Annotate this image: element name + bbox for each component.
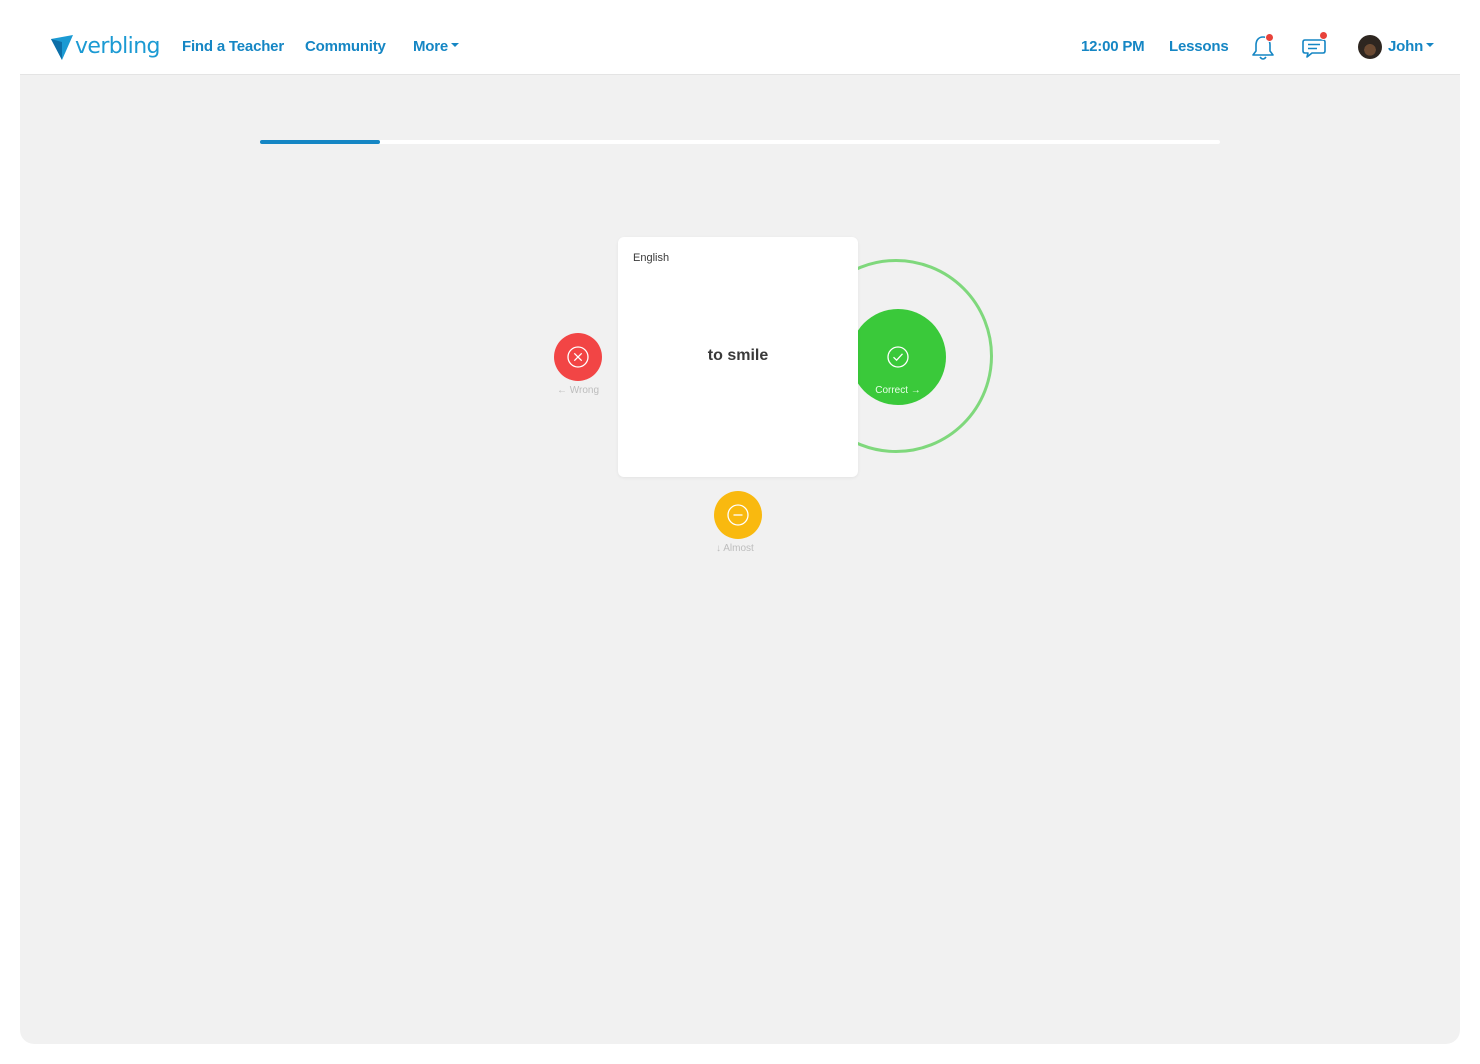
flashcard[interactable]: English to smile: [618, 237, 858, 477]
message-badge: [1319, 31, 1328, 40]
messages-button[interactable]: [1299, 31, 1329, 62]
nav-find-teacher[interactable]: Find a Teacher: [182, 37, 284, 57]
user-avatar[interactable]: [1358, 35, 1382, 59]
user-menu-dropdown[interactable]: John: [1388, 37, 1435, 57]
almost-hint: ↓ Almost: [716, 543, 754, 554]
nav-lessons[interactable]: Lessons: [1169, 37, 1229, 57]
nav-more-label: More: [413, 38, 449, 55]
top-navbar: verbling Find a Teacher Community More 1…: [20, 0, 1460, 75]
check-circle-icon: [887, 346, 909, 368]
minus-circle-icon: [727, 504, 749, 526]
card-word: to smile: [707, 347, 769, 364]
notification-badge: [1265, 33, 1274, 42]
nav-community[interactable]: Community: [305, 37, 386, 57]
wrong-button[interactable]: [554, 333, 602, 381]
nav-more-dropdown[interactable]: More: [413, 37, 460, 57]
chevron-down-icon: [451, 43, 460, 47]
lesson-progress-bar: [260, 140, 1220, 144]
card-language: English: [633, 252, 670, 264]
verbling-logo[interactable]: verbling: [50, 32, 161, 62]
user-name: John: [1388, 38, 1424, 55]
notifications-button[interactable]: [1248, 32, 1278, 62]
almost-button[interactable]: [714, 491, 762, 539]
correct-hint: Correct →: [875, 385, 921, 396]
correct-button[interactable]: Correct →: [850, 309, 946, 405]
app-window: verbling Find a Teacher Community More 1…: [20, 0, 1460, 1044]
x-circle-icon: [567, 346, 589, 368]
current-time[interactable]: 12:00 PM: [1081, 37, 1145, 57]
logo-text: verbling: [75, 34, 161, 59]
progress-fill: [260, 140, 380, 144]
verbling-logo-icon: [51, 35, 73, 60]
wrong-hint: ← Wrong: [557, 385, 600, 396]
chevron-down-icon: [1426, 43, 1435, 47]
